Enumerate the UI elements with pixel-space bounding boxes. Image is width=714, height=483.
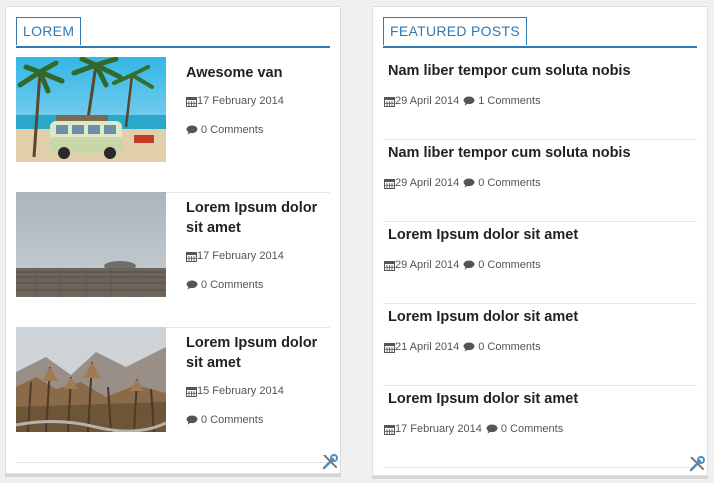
calendar-icon	[384, 260, 395, 271]
post-thumbnail[interactable]	[16, 57, 166, 162]
post-meta: 29 April 2014 0 Comments	[384, 177, 541, 189]
post-title[interactable]: Awesome van	[186, 63, 330, 83]
post-comments[interactable]: 0 Comments	[186, 414, 263, 426]
post-item[interactable]: Awesome van 17 February 2014 0 Comments	[16, 57, 330, 193]
post-title[interactable]: Nam liber tempor cum soluta nobis	[388, 145, 631, 161]
tools-icon[interactable]	[688, 455, 706, 473]
post-item[interactable]: Lorem Ipsum dolor sit amet 15 February 2…	[16, 327, 330, 463]
comment-icon	[463, 342, 475, 352]
calendar-icon	[186, 96, 197, 107]
post-date: 29 April 2014	[395, 177, 460, 189]
post-meta: 29 April 2014 0 Comments	[384, 259, 541, 271]
post-comments[interactable]: 0 Comments	[478, 177, 540, 189]
post-thumbnail[interactable]	[16, 327, 166, 432]
post-comments[interactable]: 0 Comments	[186, 279, 263, 291]
calendar-icon	[384, 424, 395, 435]
comment-icon	[186, 125, 198, 135]
post-date: 17 February 2014	[186, 250, 284, 262]
post-comments[interactable]: 0 Comments	[186, 124, 263, 136]
widget-title: LOREM	[16, 17, 82, 45]
comment-icon	[463, 178, 475, 188]
post-date: 21 April 2014	[395, 341, 460, 353]
post-date: 17 February 2014	[186, 95, 284, 107]
post-title[interactable]: Lorem Ipsum dolor sit amet	[388, 391, 578, 407]
comment-icon	[463, 96, 475, 106]
calendar-icon	[186, 251, 197, 262]
post-thumbnail[interactable]	[16, 192, 166, 297]
widget-title: FEATURED POSTS	[383, 17, 527, 45]
post-meta: 29 April 2014 1 Comments	[384, 95, 541, 107]
featured-post-item[interactable]: Nam liber tempor cum soluta nobis 29 Apr…	[383, 57, 697, 140]
featured-post-item[interactable]: Lorem Ipsum dolor sit amet 21 April 2014…	[383, 303, 697, 386]
post-comments[interactable]: 0 Comments	[501, 423, 563, 435]
post-title[interactable]: Lorem Ipsum dolor sit amet	[186, 333, 330, 373]
post-date: 17 February 2014	[395, 423, 482, 435]
featured-post-item[interactable]: Nam liber tempor cum soluta nobis 29 Apr…	[383, 139, 697, 222]
calendar-icon	[186, 386, 197, 397]
widget-header: LOREM	[16, 17, 330, 48]
post-item[interactable]: Lorem Ipsum dolor sit amet 17 February 2…	[16, 192, 330, 328]
comment-icon	[463, 260, 475, 270]
post-comments[interactable]: 0 Comments	[478, 259, 540, 271]
post-date: 29 April 2014	[395, 259, 460, 271]
featured-posts-widget: FEATURED POSTS Nam liber tempor cum solu…	[372, 6, 708, 476]
comment-icon	[486, 424, 498, 434]
lorem-widget: LOREM Awesome van 17 February 2014 0 Com…	[5, 6, 341, 474]
calendar-icon	[384, 178, 395, 189]
post-title[interactable]: Lorem Ipsum dolor sit amet	[388, 309, 578, 325]
featured-post-item[interactable]: Lorem Ipsum dolor sit amet 29 April 2014…	[383, 221, 697, 304]
comment-icon	[186, 415, 198, 425]
post-comments[interactable]: 1 Comments	[478, 95, 540, 107]
tools-icon[interactable]	[321, 453, 339, 471]
calendar-icon	[384, 96, 395, 107]
post-date: 15 February 2014	[186, 385, 284, 397]
widget-header: FEATURED POSTS	[383, 17, 697, 48]
post-title[interactable]: Lorem Ipsum dolor sit amet	[186, 198, 330, 238]
post-meta: 21 April 2014 0 Comments	[384, 341, 541, 353]
post-title[interactable]: Nam liber tempor cum soluta nobis	[388, 63, 631, 79]
post-meta: 17 February 2014 0 Comments	[384, 423, 563, 435]
calendar-icon	[384, 342, 395, 353]
featured-post-item[interactable]: Lorem Ipsum dolor sit amet 17 February 2…	[383, 385, 697, 468]
post-comments[interactable]: 0 Comments	[478, 341, 540, 353]
post-title[interactable]: Lorem Ipsum dolor sit amet	[388, 227, 578, 243]
comment-icon	[186, 280, 198, 290]
post-date: 29 April 2014	[395, 95, 460, 107]
